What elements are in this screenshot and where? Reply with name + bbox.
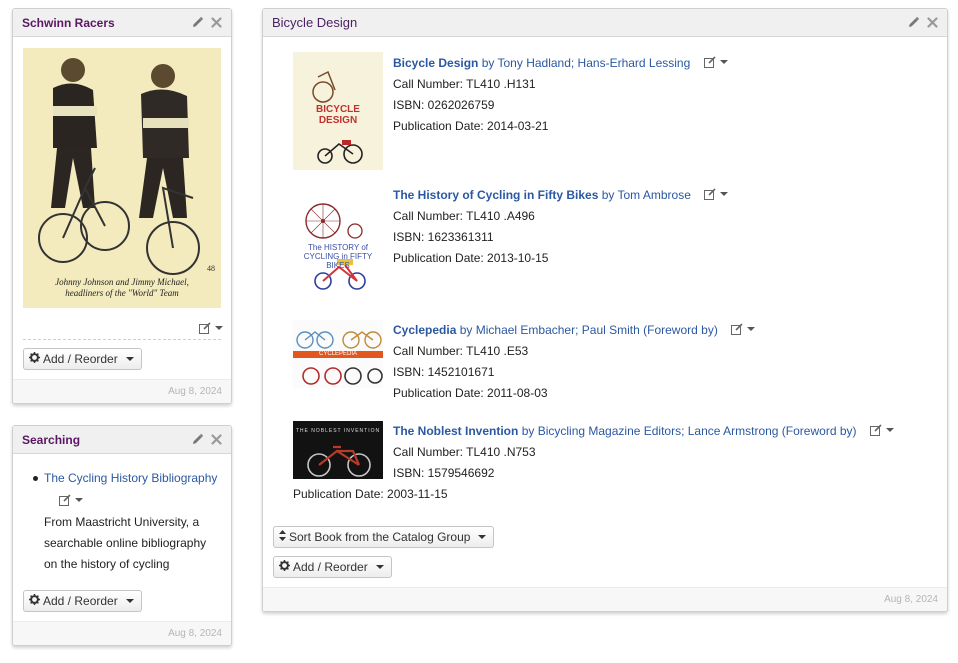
box-header: Searching	[13, 426, 231, 454]
book-cover[interactable]: CYCLEPEDIA	[293, 320, 383, 388]
book-cover[interactable]: THE NOBLEST INVENTION	[293, 421, 383, 479]
book-title-link[interactable]: Bicycle Design	[393, 56, 478, 70]
chevron-down-icon	[125, 357, 134, 361]
schwinn-racers-photo: 48 Johnny Johnson and Jimmy Michael, hea…	[23, 48, 221, 308]
book-isbn: ISBN: 1452101671	[393, 365, 495, 379]
bicycle-design-box: Bicycle Design BICYCLE DESIGN Bicycle De…	[262, 8, 948, 612]
cycling-history-bibliography-link[interactable]: The Cycling History Bibliography	[44, 471, 217, 485]
box-footer-date: Aug 8, 2024	[13, 621, 231, 645]
photo-caption-line1: Johnny Johnson and Jimmy Michael,	[55, 277, 189, 287]
box-footer-date: Aug 8, 2024	[13, 379, 231, 403]
description-line: From Maastricht University, a	[44, 515, 200, 529]
book-authors-link[interactable]: by Tony Hadland; Hans-Erhard Lessing	[482, 56, 691, 70]
close-icon[interactable]	[927, 17, 938, 28]
book-authors-link[interactable]: by Michael Embacher; Paul Smith (Forewor…	[460, 323, 718, 337]
photo-page-number: 48	[207, 264, 215, 273]
sort-icon	[279, 530, 286, 544]
book-details: The History of Cycling in Fifty Bikes by…	[393, 185, 729, 269]
chevron-down-icon	[478, 535, 487, 539]
box-header: Schwinn Racers	[13, 9, 231, 37]
book-cover-text: CYCLEPEDIA	[318, 351, 357, 357]
edit-dropdown-icon[interactable]	[703, 56, 728, 68]
book-pub-date: Publication Date: 2013-10-15	[393, 251, 549, 265]
book-call-number: Call Number: TL410 .N753	[393, 445, 536, 459]
box-title: Bicycle Design	[272, 15, 358, 30]
add-reorder-button[interactable]: Add / Reorder	[23, 590, 142, 612]
add-reorder-label: Add / Reorder	[43, 594, 118, 608]
schwinn-racers-box: Schwinn Racers 48 Johnny Johnson and Jim…	[12, 8, 232, 404]
box-header: Bicycle Design	[263, 9, 947, 37]
book-call-number: Call Number: TL410 .A496	[393, 209, 535, 223]
photo-caption-line2: headliners of the "World" Team	[65, 288, 179, 298]
gear-icon	[29, 352, 40, 366]
searching-box: Searching The Cycling History Bibliograp…	[12, 425, 232, 646]
edit-dropdown-icon[interactable]	[59, 494, 83, 506]
pencil-icon[interactable]	[907, 16, 920, 29]
close-icon[interactable]	[211, 434, 222, 445]
sort-book-button[interactable]: Sort Book from the Catalog Group	[273, 526, 495, 548]
book-title-link[interactable]: The History of Cycling in Fifty Bikes	[393, 188, 598, 202]
book-pub-date: Publication Date: 2014-03-21	[393, 119, 549, 133]
book-cover-text: THE NOBLEST INVENTION	[295, 428, 381, 434]
box-footer-date: Aug 8, 2024	[263, 587, 947, 611]
close-icon[interactable]	[211, 17, 222, 28]
gear-icon	[29, 594, 40, 608]
box-title: Searching	[22, 432, 81, 447]
add-reorder-label: Add / Reorder	[43, 352, 118, 366]
book-call-number: Call Number: TL410 .E53	[393, 344, 529, 358]
box-title: Schwinn Racers	[22, 15, 115, 30]
description-line: on the history of cycling	[44, 557, 170, 571]
book-isbn: ISBN: 0262026759	[393, 98, 495, 112]
book-call-number: Call Number: TL410 .H131	[393, 77, 536, 91]
book-isbn: ISBN: 1579546692	[393, 466, 495, 480]
book-isbn: ISBN: 1623361311	[393, 230, 494, 244]
gear-icon	[279, 560, 290, 574]
book-cover[interactable]: The HISTORY of CYCLING in FIFTY BIKES	[293, 185, 383, 303]
book-title-link[interactable]: Cyclepedia	[393, 323, 456, 337]
book-cover-text: BICYCLE DESIGN	[316, 104, 360, 126]
description-line: searchable online bibliography	[44, 536, 207, 550]
edit-dropdown-icon[interactable]	[199, 322, 223, 334]
pencil-icon[interactable]	[191, 16, 204, 29]
book-authors-link[interactable]: by Tom Ambrose	[602, 188, 691, 202]
divider	[23, 339, 221, 340]
add-reorder-label: Add / Reorder	[293, 560, 368, 574]
add-reorder-button[interactable]: Add / Reorder	[23, 348, 142, 370]
pencil-icon[interactable]	[191, 433, 204, 446]
add-reorder-button[interactable]: Add / Reorder	[273, 556, 392, 578]
edit-dropdown-icon[interactable]	[731, 323, 756, 335]
edit-dropdown-icon[interactable]	[869, 424, 894, 436]
book-details: Cyclepedia by Michael Embacher; Paul Smi…	[393, 320, 756, 404]
book-pub-date: Publication Date: 2003-11-15	[293, 487, 448, 501]
bullet	[33, 476, 38, 481]
book-cover-text: The HISTORY of CYCLING in FIFTY BIKES	[303, 243, 373, 270]
book-cover[interactable]: BICYCLE DESIGN	[293, 52, 383, 170]
book-title-link[interactable]: The Noblest Invention	[393, 424, 518, 438]
book-details: The Noblest Invention by Bicycling Magaz…	[393, 421, 894, 484]
edit-dropdown-icon[interactable]	[704, 188, 729, 200]
book-pub-date: Publication Date: 2011-08-03	[393, 386, 548, 400]
book-details: Bicycle Design by Tony Hadland; Hans-Erh…	[393, 53, 728, 137]
book-authors-link[interactable]: by Bicycling Magazine Editors; Lance Arm…	[522, 424, 857, 438]
sort-book-label: Sort Book from the Catalog Group	[289, 530, 471, 544]
chevron-down-icon	[375, 565, 384, 569]
chevron-down-icon	[125, 599, 134, 603]
